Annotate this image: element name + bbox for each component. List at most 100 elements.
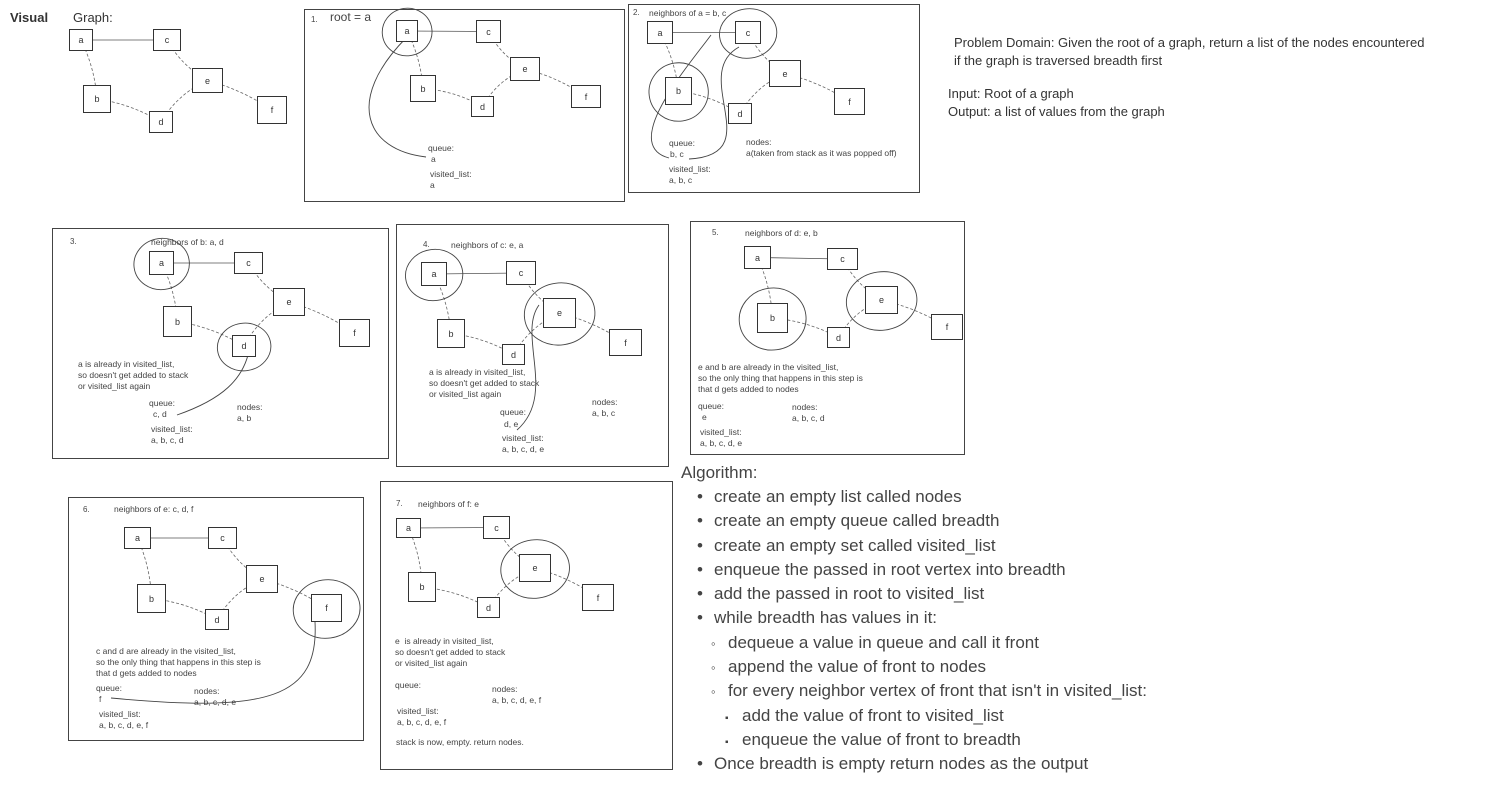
problem-domain-line-2: if the graph is traversed breadth first xyxy=(954,53,1163,68)
algorithm-step: create an empty list called nodes xyxy=(697,485,1147,509)
algorithm-step: while breadth has values in it: xyxy=(697,606,1147,630)
step-3-panel: 3. neighbors of b: a, d a is already in … xyxy=(52,228,389,459)
graph-node-e: e xyxy=(510,57,540,81)
step-6-title: neighbors of e: c, d, f xyxy=(114,504,194,514)
step-4-panel: 4. neighbors of c: e, a a is already in … xyxy=(396,224,669,467)
step-4-queue-value: d, e xyxy=(504,419,519,429)
step-3-note: a is already in visited_list, so doesn't… xyxy=(78,359,189,391)
step-3-nodes-value: a, b xyxy=(237,413,252,423)
graph-node-c: c xyxy=(735,21,761,44)
problem-domain-line-1: Problem Domain: Given the root of a grap… xyxy=(954,35,1425,50)
graph-node-c: c xyxy=(506,261,536,285)
graph-node-a: a xyxy=(396,518,421,538)
step-3-queue-label: queue: xyxy=(149,398,175,408)
graph-node-f: f xyxy=(582,584,614,611)
problem-input: Input: Root of a graph xyxy=(948,86,1074,101)
algorithm-substep: for every neighbor vertex of front that … xyxy=(697,679,1147,703)
graph-node-d: d xyxy=(232,335,256,357)
graph-node-a: a xyxy=(149,251,174,275)
step-6-visited-value: a, b, c, d, e, f xyxy=(99,720,149,730)
algorithm-step: create an empty queue called breadth xyxy=(697,509,1147,533)
step-3-queue-value: c, d xyxy=(153,409,167,419)
step-7-queue-label: queue: xyxy=(395,680,421,690)
graph-node-b: b xyxy=(410,75,436,102)
graph-node-d: d xyxy=(502,344,525,365)
step-5-panel: 5. neighbors of d: e, b e and b are alre… xyxy=(690,221,965,455)
graph-node-e: e xyxy=(273,288,305,316)
graph-node-a: a xyxy=(69,29,93,51)
graph-node-f: f xyxy=(834,88,865,115)
step-3-visited-value: a, b, c, d xyxy=(151,435,184,445)
step-4-title: neighbors of c: e, a xyxy=(451,240,524,250)
graph-node-b: b xyxy=(437,319,465,348)
step-7-title: neighbors of f: e xyxy=(418,499,479,509)
graph-node-f: f xyxy=(609,329,642,356)
step-6-visited-label: visited_list: xyxy=(99,709,141,719)
step-5-visited-value: a, b, c, d, e xyxy=(700,438,743,448)
graph-node-c: c xyxy=(153,29,181,51)
step-6-number: 6. xyxy=(83,505,90,514)
graph-node-c: c xyxy=(483,516,510,539)
graph-node-c: c xyxy=(208,527,237,549)
step-6-nodes-value: a, b, c, d, e xyxy=(194,697,237,707)
step-7-note: e is already in visited_list, so doesn't… xyxy=(395,636,506,668)
step-6-queue-label: queue: xyxy=(96,683,122,693)
step-2-number: 2. xyxy=(633,8,640,17)
graph-node-a: a xyxy=(647,21,673,44)
step-7-panel: 7. neighbors of f: e e is already in vis… xyxy=(380,481,673,770)
graph-node-e: e xyxy=(865,286,898,314)
step-4-visited-value: a, b, c, d, e xyxy=(502,444,545,454)
graph-node-e: e xyxy=(246,565,278,593)
visual-section-label: Visual xyxy=(10,10,49,25)
step-7-footer: stack is now, empty. return nodes. xyxy=(396,737,524,747)
step-3-nodes-label: nodes: xyxy=(237,402,263,412)
step-2-queue-value: b, c xyxy=(670,149,684,159)
graph-node-f: f xyxy=(931,314,963,340)
graph-node-e: e xyxy=(192,68,223,93)
graph-node-f: f xyxy=(257,96,287,124)
algorithm-step: Once breadth is empty return nodes as th… xyxy=(697,752,1147,776)
graph-node-a: a xyxy=(396,20,418,42)
step-3-number: 3. xyxy=(70,237,77,246)
graph-node-c: c xyxy=(827,248,858,270)
step-2-panel: 2. neighbors of a = b, c queue: b, c vis… xyxy=(628,4,920,193)
graph-node-c: c xyxy=(234,252,263,274)
graph-node-b: b xyxy=(137,584,166,613)
step-3-visited-label: visited_list: xyxy=(151,424,193,434)
step-4-nodes-label: nodes: xyxy=(592,397,618,407)
step-4-number: 4. xyxy=(423,240,430,249)
step-5-nodes-value: a, b, c, d xyxy=(792,413,825,423)
step-5-queue-label: queue: xyxy=(698,401,724,411)
step-2-queue-label: queue: xyxy=(669,138,695,148)
step-1-panel: 1. root = a queue: a visited_list: a a b c… xyxy=(304,7,625,202)
graph-node-b: b xyxy=(83,85,111,113)
graph-node-d: d xyxy=(471,96,494,117)
graph-node-f: f xyxy=(339,319,370,347)
step-5-title: neighbors of d: e, b xyxy=(745,228,818,238)
graph-node-f: f xyxy=(571,85,601,108)
step-7-nodes-value: a, b, c, d, e, f xyxy=(492,695,542,705)
step-6-note: c and d are already in the visited_list,… xyxy=(96,646,261,678)
graph-node-e: e xyxy=(769,60,801,87)
step-1-queue-value: a xyxy=(431,154,436,164)
step-7-visited-value: a, b, c, d, e, f xyxy=(397,717,447,727)
overview-graph: a b c de f xyxy=(55,22,300,137)
algorithm-title: Algorithm: xyxy=(681,463,758,482)
step-7-number: 7. xyxy=(396,499,403,508)
step-5-nodes-label: nodes: xyxy=(792,402,818,412)
step-4-queue-label: queue: xyxy=(500,407,526,417)
step-1-visited-value: a xyxy=(430,180,435,190)
algorithm-subsubstep: add the value of front to visited_list xyxy=(697,704,1147,728)
step-5-queue-value: e xyxy=(702,412,707,422)
graph-node-f: f xyxy=(311,594,342,622)
step-5-note: e and b are already in the visited_list,… xyxy=(698,362,863,394)
algorithm-subsubstep: enqueue the value of front to breadth xyxy=(697,728,1147,752)
step-3-title: neighbors of b: a, d xyxy=(151,237,224,247)
step-1-title: root = a xyxy=(330,10,372,24)
step-2-nodes-label: nodes: xyxy=(746,137,772,147)
graph-node-b: b xyxy=(757,303,788,333)
algorithm-substep: append the value of front to nodes xyxy=(697,655,1147,679)
graph-node-a: a xyxy=(744,246,771,269)
step-6-queue-value: f xyxy=(99,694,102,704)
step-1-number: 1. xyxy=(311,15,318,24)
